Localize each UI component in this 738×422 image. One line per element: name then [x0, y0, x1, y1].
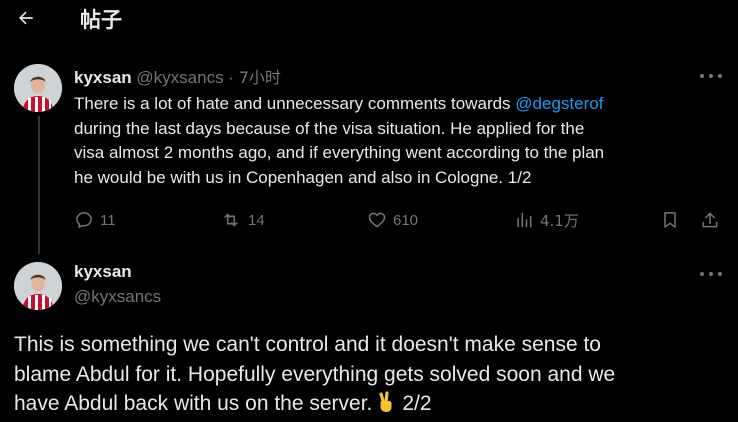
more-options-button[interactable]: [700, 266, 722, 282]
back-button[interactable]: [14, 6, 38, 30]
thread-counter: 2/2: [402, 392, 432, 415]
share-icon: [702, 212, 718, 228]
tweet-header: kyxsan @kyxsancs · 7小时: [74, 64, 281, 88]
tweet-text-segment: have Abdul back with us on the server.: [14, 392, 373, 415]
author-name[interactable]: kyxsan: [74, 68, 132, 87]
views-icon: [517, 212, 532, 228]
tweet-text-line: have Abdul back with us on the server. 2…: [14, 389, 724, 419]
top-bar: 帖子: [0, 0, 738, 38]
page-title: 帖子: [80, 8, 122, 32]
like-icon: [368, 212, 386, 228]
reply-button[interactable]: 11: [74, 207, 116, 233]
views-count: 4.1万: [540, 211, 579, 230]
author-handle[interactable]: @kyxsancs: [136, 68, 223, 87]
bookmark-icon: [664, 212, 676, 228]
tweet-text-line: during the last days because of the visa…: [74, 118, 585, 138]
avatar[interactable]: [14, 64, 62, 112]
share-button[interactable]: [700, 207, 720, 233]
tweet-text-line: visa almost 2 months ago, and if everyth…: [74, 143, 605, 162]
back-arrow-icon: [19, 11, 33, 25]
separator: ·: [223, 68, 239, 87]
mention-link[interactable]: @degsterof: [515, 94, 603, 113]
avatar[interactable]: [14, 262, 62, 310]
post-page: 帖子 kyxsan @kyxsancs · 7小时 There is a lot…: [0, 0, 738, 422]
reply-icon: [76, 212, 92, 228]
tweet-text: This is something we can't control and i…: [14, 330, 724, 419]
author-name[interactable]: kyxsan: [74, 262, 132, 282]
like-count: 610: [393, 211, 419, 229]
tweet-text-line: There is a lot of hate and unnecessary c…: [74, 92, 724, 117]
retweet-icon: [224, 213, 238, 227]
avatar-image: [14, 64, 62, 112]
tweet-actions: 11 14 610 4.1万: [74, 207, 724, 233]
thread-line: [38, 116, 40, 254]
retweet-count: 14: [248, 211, 265, 229]
tweet-text-line: This is something we can't control and i…: [14, 333, 601, 356]
author-handle[interactable]: @kyxsancs: [74, 287, 161, 307]
avatar-image: [14, 262, 62, 310]
like-button[interactable]: 610: [367, 207, 418, 233]
more-icon: [700, 74, 704, 78]
reply-count: 11: [100, 211, 116, 229]
more-options-button[interactable]: [700, 68, 722, 84]
timestamp[interactable]: 7小时: [239, 68, 281, 87]
tweet-text-line: blame Abdul for it. Hopefully everything…: [14, 362, 616, 386]
views-button[interactable]: 4.1万: [514, 207, 579, 233]
tweet-text-segment: There is a lot of hate and unnecessary c…: [74, 94, 516, 113]
more-icon: [700, 272, 704, 276]
tweet-text-line: he would be with us in Copenhagen and al…: [74, 167, 532, 187]
tweet-text: There is a lot of hate and unnecessary c…: [74, 92, 724, 190]
retweet-button[interactable]: 14: [220, 207, 265, 233]
victory-hand-emoji: [379, 391, 392, 412]
bookmark-button[interactable]: [660, 207, 680, 233]
